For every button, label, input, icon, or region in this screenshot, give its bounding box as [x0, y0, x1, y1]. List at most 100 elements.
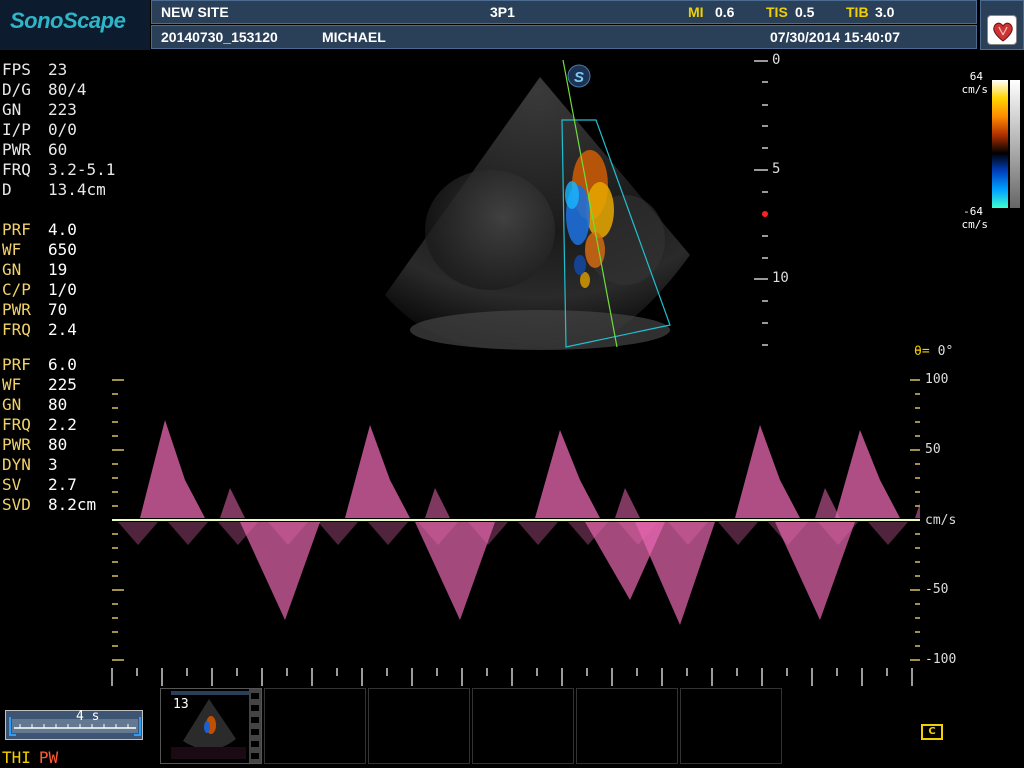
imaging-modes: THI PW: [2, 748, 58, 767]
heart-wall: [425, 170, 555, 290]
bmode-params: FPS 23 D/G 80/4 GN 223 I/P 0/0 PWR 60 FRQ 3.2-5.1 D 1…: [2, 60, 115, 200]
color-scale-bar: [992, 80, 1008, 208]
bmode-param-key: PWR: [2, 140, 31, 159]
bmode-param-value: 0/0: [48, 120, 77, 139]
heart-icon[interactable]: [987, 15, 1017, 45]
pw-param-key: PWR: [2, 435, 31, 454]
depth-label-0: 0: [772, 52, 781, 68]
pw-param-row: PRF 6.0: [2, 355, 96, 375]
pw-param-row: SV 2.7: [2, 475, 96, 495]
pw-param-row: GN 80: [2, 395, 96, 415]
pw-param-row: FRQ 2.2: [2, 415, 96, 435]
cine-thumbnail[interactable]: 13: [160, 688, 262, 764]
bmode-param-value: 80/4: [48, 80, 87, 99]
cine-thumbnail[interactable]: [368, 688, 470, 764]
colorbar-top-value: 64: [969, 70, 983, 83]
tis-label: TIS: [766, 4, 788, 20]
cine-thumbnail[interactable]: [264, 688, 366, 764]
color-param-key: WF: [2, 240, 22, 259]
patient-name: MICHAEL: [322, 29, 386, 45]
velocity-label-minus-100: -100: [925, 652, 957, 667]
bmode-param-row: FPS 23: [2, 60, 115, 80]
velocity-label-50: 50: [925, 442, 941, 457]
tib-label: TIB: [846, 4, 869, 20]
spectrum-waveform: [240, 522, 320, 620]
mi-value: 0.6: [715, 4, 735, 20]
bmode-param-value: 3.2-5.1: [48, 160, 116, 179]
spectrum-waveform: [868, 522, 908, 545]
brand-logo: SonoScape: [10, 8, 126, 33]
sweep-speed-bar[interactable]: 4 s: [5, 709, 143, 740]
pw-param-value: 6.0: [48, 355, 77, 374]
color-param-key: PRF: [2, 220, 31, 239]
spectrum-waveform: [140, 420, 205, 518]
bmode-param-key: I/P: [2, 120, 31, 139]
spectrum-trace: [118, 420, 920, 625]
sector-bottom-echo: [410, 310, 670, 350]
bmode-param-key: FPS: [2, 60, 31, 79]
thi-mode-label: THI: [2, 748, 31, 767]
bmode-image[interactable]: S: [380, 55, 710, 355]
time-axis-ticks: [111, 668, 913, 686]
pw-param-value: 3: [48, 455, 58, 474]
focus-marker: [762, 211, 768, 217]
pw-param-key: WF: [2, 375, 22, 394]
spectrum-waveform: [220, 488, 245, 518]
exam-id: 20140730_153120: [161, 29, 278, 45]
bmode-param-row: GN 223: [2, 100, 115, 120]
spectrum-waveform: [635, 522, 715, 625]
header-row-top: NEW SITE 3P1 MI 0.6 TIS 0.5 TIB 3.0: [151, 0, 977, 24]
color-param-key: PWR: [2, 300, 31, 319]
color-param-row: FRQ 2.4: [2, 320, 77, 340]
color-param-value: 2.4: [48, 320, 77, 339]
velocity-label-minus-50: -50: [925, 582, 949, 597]
cine-clip-icon[interactable]: C: [921, 724, 943, 740]
spectrum-waveform: [368, 522, 408, 545]
brand-logo-area: SonoScape: [0, 0, 150, 50]
pw-param-row: SVD 8.2cm: [2, 495, 96, 515]
pw-param-key: GN: [2, 395, 22, 414]
spectrum-waveform: [815, 488, 840, 518]
site-name: NEW SITE: [161, 4, 229, 20]
cine-thumbnail[interactable]: [472, 688, 574, 764]
spectrum-waveform: [835, 430, 900, 518]
spectrum-waveform: [735, 425, 800, 518]
bmode-param-value: 223: [48, 100, 77, 119]
velocity-label-100: 100: [925, 372, 949, 387]
cine-thumbnail[interactable]: [576, 688, 678, 764]
bmode-param-key: D: [2, 180, 12, 199]
pw-param-key: DYN: [2, 455, 31, 474]
spectrum-waveform: [168, 522, 208, 545]
tib-value: 3.0: [875, 4, 895, 20]
bmode-param-key: D/G: [2, 80, 31, 99]
color-param-value: 19: [48, 260, 68, 279]
color-param-key: FRQ: [2, 320, 31, 339]
svg-text:S: S: [574, 69, 584, 86]
bmode-param-row: FRQ 3.2-5.1: [2, 160, 115, 180]
pw-params: PRF 6.0 WF 225 GN 80 FRQ 2.2 PWR 80 DYN 3 SV 2.7 SVD 8.…: [2, 355, 96, 515]
color-param-value: 650: [48, 240, 77, 259]
pw-param-row: DYN 3: [2, 455, 96, 475]
preset-area: [980, 0, 1024, 50]
spectrum-waveform: [518, 522, 558, 545]
pw-mode-label: PW: [38, 748, 59, 767]
color-param-value: 4.0: [48, 220, 77, 239]
angle-correction: θ= 0°: [914, 344, 953, 359]
bmode-param-value: 13.4cm: [48, 180, 106, 199]
pw-param-value: 225: [48, 375, 77, 394]
bmode-param-row: PWR 60: [2, 140, 115, 160]
depth-label-5: 5: [772, 161, 781, 177]
pw-param-value: 2.2: [48, 415, 77, 434]
bmode-param-key: FRQ: [2, 160, 31, 179]
pw-param-value: 2.7: [48, 475, 77, 494]
color-param-key: GN: [2, 260, 22, 279]
cine-thumbnail[interactable]: [680, 688, 782, 764]
bmode-param-row: D 13.4cm: [2, 180, 115, 200]
spectrum-waveform: [425, 488, 450, 518]
colorbar-top-unit: cm/s: [961, 83, 989, 96]
pw-param-value: 80: [48, 395, 68, 414]
thumbnail-frame-number: 13: [173, 697, 189, 712]
color-param-value: 1/0: [48, 280, 77, 299]
pw-doppler-spectrum[interactable]: [110, 370, 920, 690]
grey-scale-bar: [1010, 80, 1020, 208]
